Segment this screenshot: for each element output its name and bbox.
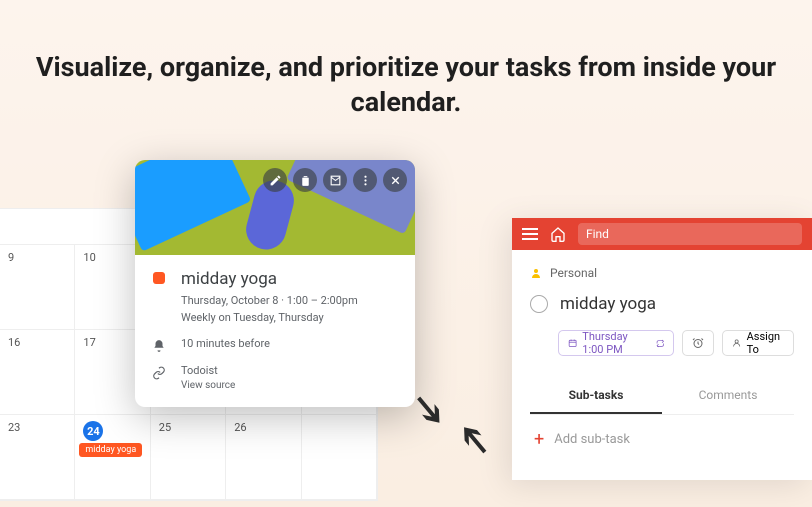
plus-icon: + — [534, 429, 544, 450]
event-popup: midday yoga Thursday, October 8 · 1:00 –… — [135, 160, 415, 407]
edit-button[interactable] — [263, 168, 287, 192]
calendar-cell[interactable]: 9 — [0, 245, 75, 330]
project-name: Personal — [550, 266, 597, 280]
alarm-icon — [692, 337, 704, 349]
calendar-cell[interactable]: 25 — [151, 415, 226, 500]
calendar-cell[interactable]: 16 — [0, 330, 75, 415]
event-color-swatch — [153, 272, 165, 284]
user-icon — [732, 337, 741, 349]
reminder-button[interactable] — [682, 330, 714, 356]
task-date-pill[interactable]: Thursday 1:00 PM — [558, 330, 674, 356]
event-recurrence: Weekly on Tuesday, Thursday — [181, 310, 399, 327]
event-chip[interactable]: midday yoga — [79, 443, 142, 457]
close-button[interactable] — [383, 168, 407, 192]
add-subtask-button[interactable]: + Add sub-task — [530, 415, 794, 464]
bell-icon — [152, 339, 166, 353]
arrow-decoration: ➔ — [447, 413, 501, 467]
event-datetime: Thursday, October 8 · 1:00 – 2:00pm — [181, 293, 399, 310]
calendar-icon — [568, 337, 577, 349]
breadcrumb[interactable]: Personal — [530, 266, 794, 280]
home-icon[interactable] — [550, 226, 566, 242]
delete-button[interactable] — [293, 168, 317, 192]
todoist-topbar: Find — [512, 218, 812, 250]
calendar-cell[interactable]: 23 — [0, 415, 75, 500]
calendar-cell[interactable]: 26 — [226, 415, 301, 500]
more-button[interactable] — [353, 168, 377, 192]
find-input[interactable]: Find — [578, 223, 802, 245]
event-reminder: 10 minutes before — [181, 336, 399, 353]
task-checkbox[interactable] — [530, 295, 548, 313]
email-button[interactable] — [323, 168, 347, 192]
assign-button[interactable]: Assign To — [722, 330, 794, 356]
calendar-cell[interactable] — [302, 415, 377, 500]
menu-icon[interactable] — [522, 228, 538, 240]
event-hero — [135, 160, 415, 255]
calendar-cell[interactable]: 24midday yoga — [75, 415, 150, 500]
event-title: midday yoga — [181, 269, 399, 289]
todoist-panel: Find Personal midday yoga Thursday 1:00 … — [512, 218, 812, 480]
person-icon — [530, 267, 542, 279]
view-source-link[interactable]: View source — [181, 380, 399, 391]
repeat-icon — [656, 338, 665, 349]
link-icon — [152, 366, 166, 380]
tab-subtasks[interactable]: Sub-tasks — [530, 378, 662, 414]
task-title[interactable]: midday yoga — [560, 294, 656, 314]
event-source: Todoist — [181, 363, 399, 380]
headline: Visualize, organize, and prioritize your… — [0, 50, 812, 120]
tab-comments[interactable]: Comments — [662, 378, 794, 414]
